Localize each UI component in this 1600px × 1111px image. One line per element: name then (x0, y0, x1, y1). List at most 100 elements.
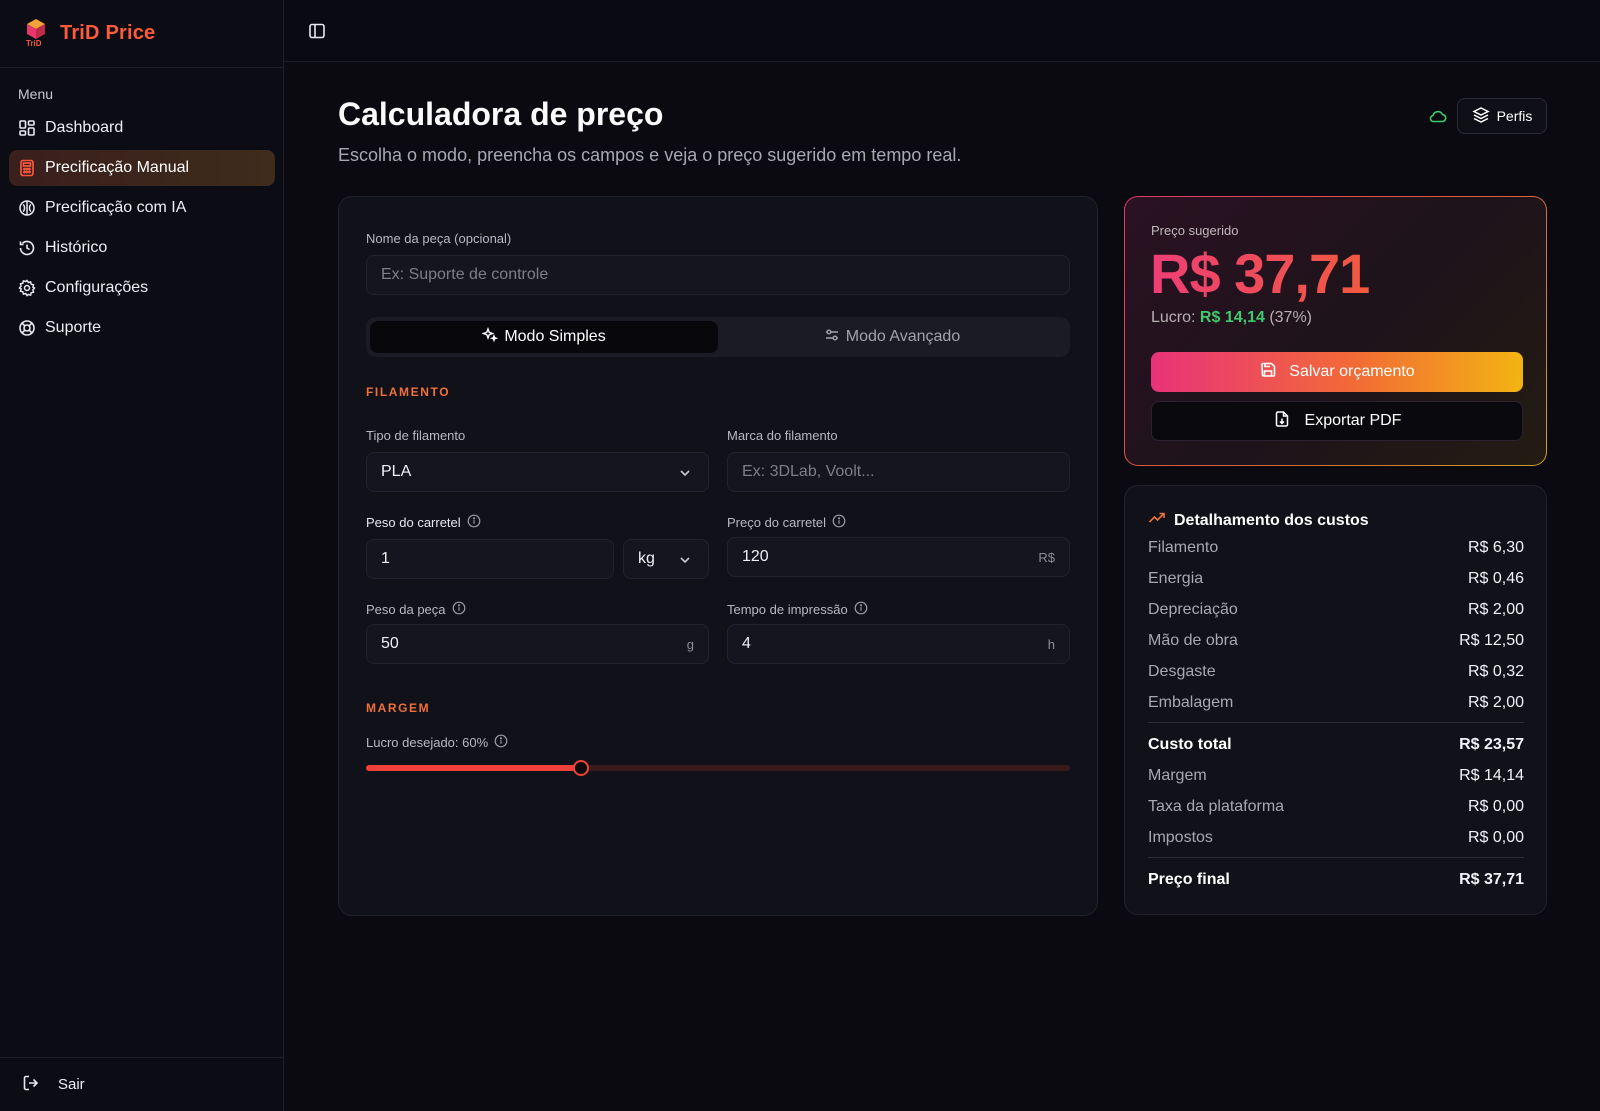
save-quote-button[interactable]: Salvar orçamento (1151, 352, 1523, 392)
logout-label: Sair (58, 1076, 85, 1093)
divider (1148, 722, 1524, 723)
sidebar-item-label: Configurações (45, 279, 149, 296)
sidebar-item-dashboard[interactable]: Dashboard (9, 110, 275, 146)
brand[interactable]: TriD TriD Price (0, 0, 283, 68)
print-time-input[interactable]: 4 h (727, 624, 1070, 664)
spool-weight-label-text: Peso do carretel (366, 515, 461, 530)
sidebar-item-ai-pricing[interactable]: Precificação com IA (9, 190, 275, 226)
profit-percent: (37%) (1269, 309, 1312, 326)
filament-brand-input[interactable]: Ex: 3DLab, Voolt... (727, 452, 1070, 492)
gear-icon (18, 279, 36, 297)
cost-value: R$ 37,71 (1459, 870, 1524, 888)
cost-value: R$ 0,00 (1467, 797, 1524, 815)
spool-price-label-text: Preço do carretel (727, 515, 826, 530)
part-weight-label: Peso da peça (366, 601, 466, 618)
sidebar-toggle-icon[interactable] (308, 22, 326, 40)
cost-value: R$ 12,50 (1459, 631, 1524, 649)
suggested-price-card: Preço sugerido R$ 37,71 Lucro: R$ 14,14 … (1124, 196, 1547, 466)
info-icon[interactable] (467, 514, 481, 531)
total-cost-row: Custo total R$ 23,57 (1148, 729, 1524, 760)
sidebar-item-label: Histórico (45, 239, 108, 256)
chevron-down-icon (678, 553, 692, 567)
spool-price-label: Preço do carretel (727, 514, 846, 531)
info-icon[interactable] (832, 514, 846, 531)
print-time-label-text: Tempo de impressão (727, 602, 848, 617)
cost-value: R$ 0,32 (1467, 662, 1524, 680)
cost-breakdown-title-text: Detalhamento dos custos (1174, 511, 1369, 529)
export-pdf-label: Exportar PDF (1304, 412, 1402, 429)
cost-row: Impostos R$ 0,00 (1148, 822, 1524, 853)
export-pdf-button[interactable]: Exportar PDF (1151, 401, 1523, 441)
profit-summary: Lucro: R$ 14,14 (37%) (1151, 309, 1312, 327)
profit-slider-track[interactable] (366, 760, 1070, 776)
sidebar-item-label: Dashboard (45, 119, 124, 136)
filament-type-value: PLA (381, 463, 412, 480)
mode-simple-button[interactable]: Modo Simples (370, 321, 718, 353)
sidebar-item-label: Precificação Manual (45, 159, 190, 176)
divider (1148, 857, 1524, 858)
cost-value: R$ 23,57 (1459, 735, 1524, 753)
hours-suffix: h (1047, 636, 1055, 652)
filament-type-select[interactable]: PLA (366, 452, 709, 492)
spool-weight-unit-select[interactable]: kg (623, 539, 709, 579)
cost-label: Taxa da plataforma (1148, 797, 1285, 815)
sidebar-item-support[interactable]: Suporte (9, 310, 275, 346)
save-icon (1259, 361, 1277, 384)
page-title: Calculadora de preço (338, 96, 664, 132)
mode-advanced-button[interactable]: Modo Avançado (718, 321, 1066, 353)
spool-weight-label: Peso do carretel (366, 514, 481, 531)
sidebar-item-label: Suporte (45, 319, 102, 336)
profit-slider-label-text: Lucro desejado: 60% (366, 735, 489, 750)
profiles-button[interactable]: Perfis (1457, 98, 1547, 134)
cost-value: R$ 2,00 (1467, 600, 1524, 618)
cost-row: Depreciação R$ 2,00 (1148, 594, 1524, 625)
sidebar-item-settings[interactable]: Configurações (9, 270, 275, 306)
sidebar-nav: Dashboard Precificação Manual Precificaç… (9, 110, 275, 350)
cost-row: Energia R$ 0,46 (1148, 563, 1524, 594)
layers-icon (1471, 106, 1490, 127)
mode-simple-label: Modo Simples (504, 328, 606, 345)
spool-weight-value: 1 (381, 550, 390, 567)
cost-row: Embalagem R$ 2,00 (1148, 687, 1524, 718)
cost-value: R$ 2,00 (1467, 693, 1524, 711)
print-time-value: 4 (742, 635, 751, 652)
cost-label: Embalagem (1148, 693, 1234, 711)
cost-label: Desgaste (1148, 662, 1216, 680)
logout-icon (22, 1074, 40, 1096)
profit-slider-thumb[interactable] (572, 760, 589, 776)
info-icon[interactable] (854, 601, 868, 618)
ai-brain-icon (18, 199, 36, 217)
filament-type-label: Tipo de filamento (366, 428, 466, 443)
cost-value: R$ 0,46 (1467, 569, 1524, 587)
spool-price-value: 120 (742, 548, 769, 565)
logo-text: TriD (26, 38, 42, 48)
suggested-price-label: Preço sugerido (1151, 223, 1239, 238)
part-weight-value: 50 (381, 635, 399, 652)
info-icon[interactable] (494, 734, 508, 751)
sliders-icon (824, 327, 840, 348)
profit-slider-label: Lucro desejado: 60% (366, 734, 508, 751)
mode-advanced-label: Modo Avançado (845, 328, 961, 345)
cost-label: Filamento (1148, 538, 1219, 556)
part-weight-input[interactable]: 50 g (366, 624, 709, 664)
topbar (284, 0, 1600, 62)
cost-rows: Filamento R$ 6,30 Energia R$ 0,46 Deprecia… (1148, 532, 1524, 895)
chevron-down-icon (678, 466, 692, 480)
spool-price-input[interactable]: 120 R$ (727, 537, 1070, 577)
final-price-row: Preço final R$ 37,71 (1148, 864, 1524, 895)
save-quote-label: Salvar orçamento (1289, 363, 1415, 380)
filament-brand-label: Marca do filamento (727, 428, 838, 443)
profit-value: R$ 14,14 (1199, 309, 1265, 326)
currency-suffix: R$ (1038, 549, 1055, 565)
spool-weight-input[interactable]: 1 (366, 539, 614, 579)
suggested-price-value: R$ 37,71 (1150, 242, 1370, 305)
part-name-input[interactable]: Ex: Suporte de controle (366, 255, 1070, 295)
logout-button[interactable]: Sair (0, 1057, 284, 1111)
sidebar-item-history[interactable]: Histórico (9, 230, 275, 266)
part-weight-label-text: Peso da peça (366, 602, 446, 617)
page-subtitle: Escolha o modo, preencha os campos e vej… (338, 145, 962, 165)
cost-label: Mão de obra (1148, 631, 1238, 649)
sidebar-item-manual-pricing[interactable]: Precificação Manual (9, 150, 275, 186)
info-icon[interactable] (452, 601, 466, 618)
cost-row: Taxa da plataforma R$ 0,00 (1148, 791, 1524, 822)
